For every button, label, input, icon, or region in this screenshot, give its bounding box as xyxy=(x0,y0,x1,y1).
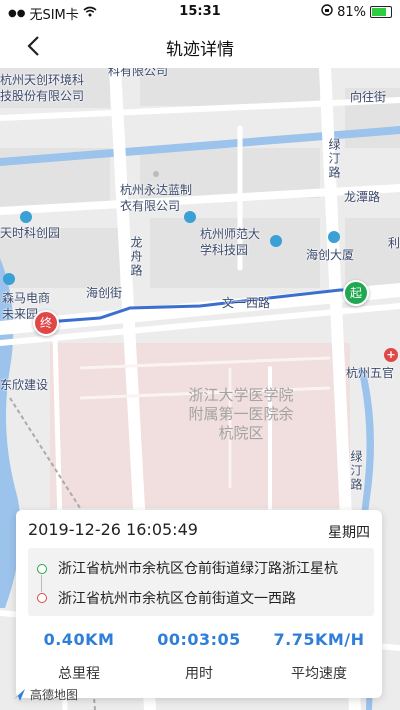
label-tianshi: 天时科创园 xyxy=(0,226,61,240)
battery-percent: 81% xyxy=(337,4,366,20)
stat-speed-caption: 平均速度 xyxy=(291,666,347,682)
stat-duration-caption: 用时 xyxy=(185,666,213,682)
label-xiangwang-rd: 向往街 xyxy=(350,90,387,104)
stat-duration: 00:03:05 用时 xyxy=(139,630,259,683)
label-yongda: 杭州永达蓝制 衣有限公司 xyxy=(120,183,193,213)
poi-icon-tianshi xyxy=(20,211,32,223)
battery-icon xyxy=(370,6,392,18)
start-address: 浙江省杭州市余杭区仓前街道绿汀路浙江星杭 xyxy=(58,561,338,577)
label-tianchuang: 杭州天创环境科 技股份有限公司 xyxy=(0,73,85,103)
poi-icon-senma xyxy=(3,273,15,285)
status-bar: ●● 无SIM卡 15:31 81% xyxy=(0,0,400,24)
start-dot-icon xyxy=(37,564,47,574)
stat-distance: 0.40KM 总里程 xyxy=(19,630,139,683)
end-dot-icon xyxy=(37,593,47,603)
label-campus: 浙江大学医学院附属第一医院余杭院区 xyxy=(188,386,294,442)
track-info-card: 2019-12-26 16:05:49 星期四 浙江省杭州市余杭区仓前街道绿汀路… xyxy=(16,510,382,698)
track-datetime: 2019-12-26 16:05:49 xyxy=(28,520,198,539)
label-wuchang: 杭州五官 xyxy=(346,366,395,380)
stat-duration-value: 00:03:05 xyxy=(157,630,241,649)
amap-logo-icon xyxy=(13,688,25,701)
nav-bar: 轨迹详情 xyxy=(0,24,400,68)
amap-logo: 高德地图 xyxy=(12,686,78,703)
label-wenyi-rd: 文一西路 xyxy=(222,296,271,310)
page-title: 轨迹详情 xyxy=(166,40,234,60)
rotation-lock-icon xyxy=(321,4,333,20)
hospital-icon: + xyxy=(384,348,398,362)
stat-speed: 7.75KM/H 平均速度 xyxy=(259,630,379,683)
status-right: 81% xyxy=(321,4,392,20)
label-longzhou-rd: 龙舟路 xyxy=(129,236,143,278)
end-address: 浙江省杭州市余杭区仓前街道文一西路 xyxy=(58,591,296,607)
amap-logo-text: 高德地图 xyxy=(30,688,79,702)
start-marker[interactable]: 起 xyxy=(343,280,369,306)
poi-dot xyxy=(153,171,159,177)
stat-distance-value: 0.40KM xyxy=(43,630,115,649)
label-normal-park: 杭州师范大 学科技园 xyxy=(200,227,261,257)
label-lvting-rd-bottom: 绿汀路 xyxy=(349,450,363,492)
label-haichuang-bldg: 海创大厦 xyxy=(306,248,355,262)
label-li: 利 xyxy=(388,236,400,250)
stat-speed-value: 7.75KM/H xyxy=(273,630,365,649)
stat-distance-caption: 总里程 xyxy=(58,666,100,682)
poi-icon-haichuang-bldg xyxy=(328,231,340,243)
address-connector xyxy=(41,575,42,592)
label-haichuang-st: 海创街 xyxy=(86,286,123,300)
poi-icon-school xyxy=(270,235,282,247)
address-box: 浙江省杭州市余杭区仓前街道绿汀路浙江星杭 浙江省杭州市余杭区仓前街道文一西路 xyxy=(28,548,374,616)
poi-icon-normal-park xyxy=(184,211,196,223)
track-weekday: 星期四 xyxy=(328,525,370,541)
label-top-company: 科有限公司 xyxy=(108,68,169,78)
label-dongxin: 东欣建设 xyxy=(0,378,49,392)
end-marker[interactable]: 终 xyxy=(33,310,59,336)
label-longtan-rd: 龙潭路 xyxy=(344,190,381,204)
label-lvting-rd-top: 绿汀路 xyxy=(327,138,341,180)
